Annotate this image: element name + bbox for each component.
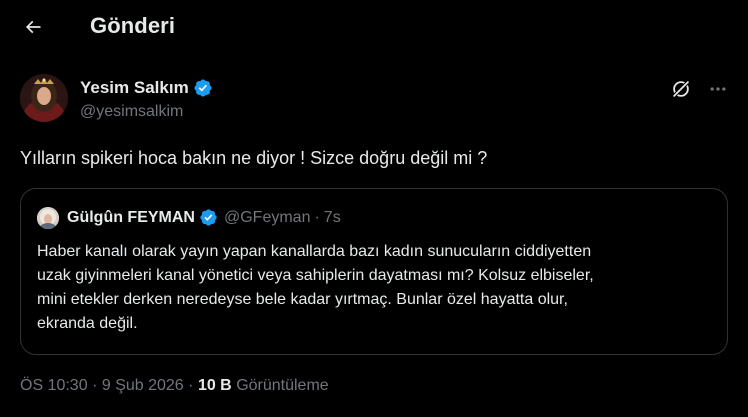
tweet-meta: ÖS 10:30 · 9 Şub 2026 · 10 B Görüntüleme	[20, 377, 329, 395]
more-options-button[interactable]	[706, 78, 730, 100]
grok-button[interactable]	[670, 78, 692, 100]
verified-badge-icon	[200, 209, 217, 226]
quoted-display-name: Gülgûn FEYMAN	[67, 208, 195, 226]
avatar[interactable]	[20, 74, 68, 122]
quoted-tweet[interactable]: Gülgûn FEYMAN @GFeyman · 7s Haber kanalı…	[20, 188, 728, 355]
tweet-author: Yesim Salkım @yesimsalkim	[20, 72, 728, 128]
back-button[interactable]	[16, 10, 50, 44]
arrow-left-icon	[25, 20, 41, 34]
more-horizontal-icon	[710, 87, 726, 91]
tweet-time[interactable]: ÖS 10:30	[20, 377, 88, 394]
page-header: Gönderi	[0, 0, 748, 53]
separator-dot: ·	[92, 377, 98, 394]
grok-icon	[672, 80, 690, 98]
quoted-text: Haber kanalı olarak yayın yapan kanallar…	[37, 243, 594, 332]
author-name-row: Yesim Salkım	[80, 78, 213, 98]
tweet-text: Yılların spikeri hoca bakın ne diyor ! S…	[20, 148, 488, 168]
views-label[interactable]: Görüntüleme	[236, 377, 329, 394]
quoted-author-row: Gülgûn FEYMAN @GFeyman · 7s	[67, 208, 341, 227]
page-title: Gönderi	[90, 13, 176, 38]
separator-dot: ·	[314, 208, 320, 226]
author-handle[interactable]: @yesimsalkim	[80, 103, 183, 121]
tweet-date[interactable]: 9 Şub 2026	[102, 377, 184, 394]
quoted-handle: @GFeyman	[223, 208, 311, 226]
quoted-time: 7s	[323, 208, 341, 226]
views-count: 10 B	[197, 377, 232, 394]
separator-dot: ·	[188, 377, 194, 394]
author-display-name[interactable]: Yesim Salkım	[80, 78, 189, 98]
quoted-avatar	[37, 207, 59, 229]
verified-badge-icon	[194, 79, 212, 97]
